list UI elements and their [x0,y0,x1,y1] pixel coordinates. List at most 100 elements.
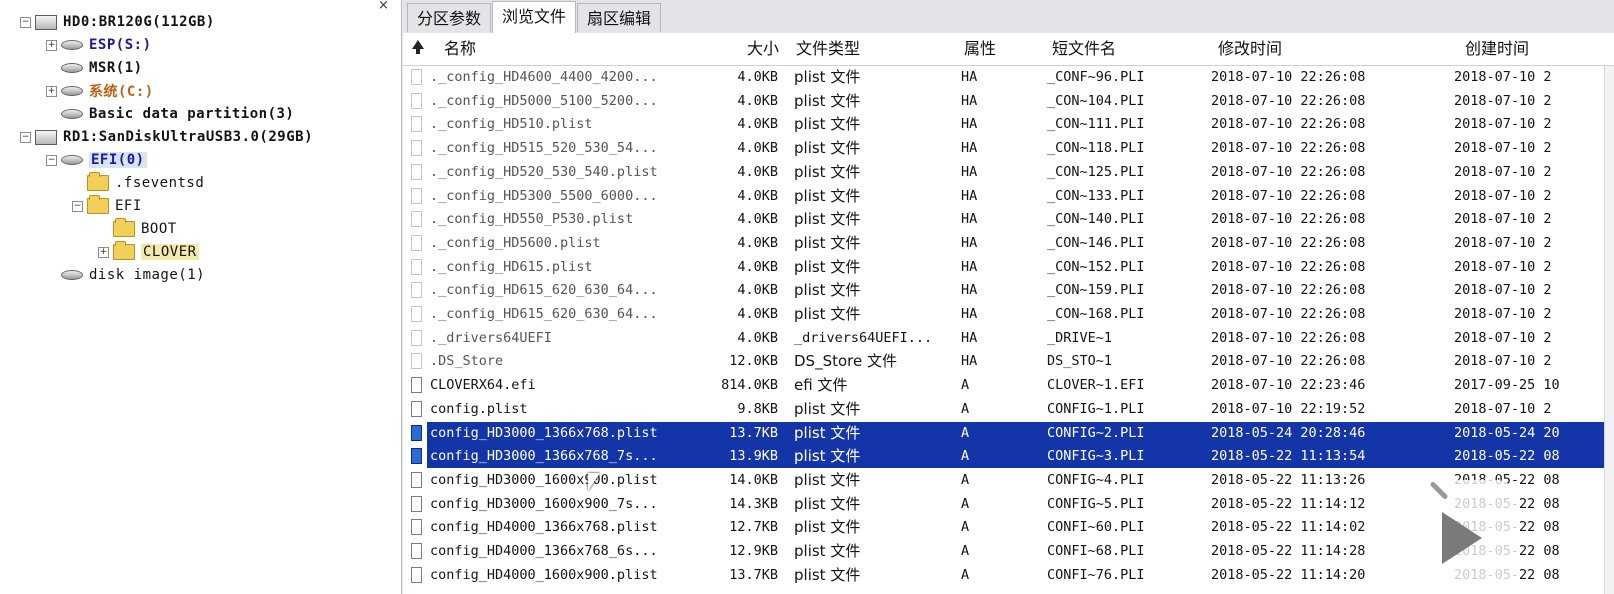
file-size: 12.9KB [729,543,778,559]
file-short-name: CONFIG~5.PLI [1047,496,1145,512]
file-row[interactable]: ._config_HD5300_5500_6000... 4.0KB plist 文… [403,185,1614,208]
file-row[interactable]: ._config_HD5000_5100_5200... 4.0KB plist 文… [403,90,1614,113]
file-modified: 2018-07-10 22:26:08 [1211,69,1366,85]
tab-sector-edit[interactable]: 扇区编辑 [577,3,662,32]
file-icon [411,353,422,369]
tree-node[interactable]: Basic data partition(3) [46,103,294,125]
file-row[interactable]: CLOVERX64.efi 814.0KB efi 文件 A CLOVER~1.EFI 2… [403,374,1614,397]
file-modified: 2018-07-10 22:26:08 [1211,164,1366,180]
collapse-icon[interactable]: − [46,154,57,166]
file-row[interactable]: ._config_HD615_620_630_64... 4.0KB plist 文… [403,279,1614,302]
col-created[interactable]: 创建时间 [1465,33,1529,65]
tab-partition-params[interactable]: 分区参数 [407,3,492,32]
file-short-name: _CON~152.PLI [1047,259,1145,275]
tree-node-label: RD1:SanDiskUltraUSB3.0(29GB) [63,129,314,145]
file-icon [411,306,422,322]
expand-icon[interactable]: + [98,246,109,258]
file-row[interactable]: config_HD3000_1366x768_7s... 13.9KB plist … [403,445,1614,468]
file-size: 4.0KB [737,116,778,132]
tree-node[interactable]: BOOT [98,218,177,240]
file-row[interactable]: config_HD3000_1366x768.plist 13.7KB plist … [403,422,1614,445]
file-row[interactable]: ._config_HD615_620_630_64... 4.0KB plist 文… [403,303,1614,326]
tree-node-label: 系统(C:) [89,84,154,100]
close-icon[interactable]: × [378,0,389,13]
expand-icon[interactable]: + [46,39,57,51]
vertical-scrollbar[interactable] [1604,66,1614,594]
mouse-cursor-icon [588,473,600,491]
file-size: 4.0KB [737,69,778,85]
file-short-name: _CON~140.PLI [1047,211,1145,227]
col-short-name[interactable]: 短文件名 [1052,33,1116,65]
col-type[interactable]: 文件类型 [796,33,860,65]
col-modified[interactable]: 修改时间 [1218,33,1282,65]
file-icon [411,188,422,204]
file-row[interactable]: ._drivers64UEFI 4.0KB _drivers64UEFI... HA _… [403,327,1614,350]
file-attr: HA [961,116,978,132]
file-row[interactable]: ._config_HD550_P530.plist 4.0KB plist 文件 HA… [403,208,1614,231]
play-icon[interactable] [1398,480,1518,594]
file-size: 4.0KB [737,164,778,180]
tree-node[interactable]: − EFI [72,195,142,217]
file-row[interactable]: ._config_HD520_530_540.plist 4.0KB plist 文… [403,161,1614,184]
file-type: plist 文件 [794,281,861,299]
file-short-name: _CON~118.PLI [1047,140,1145,156]
file-size: 4.0KB [737,140,778,156]
tree-node[interactable]: − RD1:SanDiskUltraUSB3.0(29GB) [20,126,313,148]
col-attr[interactable]: 属性 [964,33,996,65]
tab-strip: 分区参数 浏览文件 扇区编辑 [403,0,1614,34]
file-short-name: CONFIG~3.PLI [1047,448,1145,464]
file-attr: A [961,543,970,559]
file-name: ._config_HD5000_5100_5200... [430,93,658,109]
file-row[interactable]: ._config_HD510.plist 4.0KB plist 文件 HA _CON~… [403,113,1614,136]
tree-node-label: Basic data partition(3) [89,106,295,122]
tree-node-label: ESP(S:) [89,37,152,53]
file-row[interactable]: .DS_Store 12.0KB DS_Store 文件 HA DS_STO~1 2018… [403,350,1614,373]
file-icon [411,519,422,535]
tree-node-label: CLOVER [141,244,199,260]
tree-node[interactable]: − HD0:BR120G(112GB) [20,11,215,33]
tree-node[interactable]: − EFI(0) [46,149,147,171]
disk-icon [35,129,57,145]
col-name[interactable]: 名称 [444,33,476,65]
file-row[interactable]: config.plist 9.8KB plist 文件 A CONFIG~1.PLI 20… [403,398,1614,421]
file-icon [411,543,422,559]
file-short-name: _CON~159.PLI [1047,282,1145,298]
file-modified: 2018-07-10 22:26:08 [1211,116,1366,132]
file-icon [411,425,422,441]
file-short-name: _CON~111.PLI [1047,116,1145,132]
file-row[interactable]: ._config_HD515_520_530_54... 4.0KB plist 文… [403,137,1614,160]
collapse-icon[interactable]: − [20,131,31,143]
tree-node[interactable]: + CLOVER [98,241,199,263]
up-arrow-icon[interactable] [412,40,424,54]
file-size: 14.3KB [729,496,778,512]
file-row[interactable]: ._config_HD4600_4400_4200... 4.0KB plist 文… [403,66,1614,89]
file-modified: 2018-07-10 22:26:08 [1211,306,1366,322]
tree-node[interactable]: + 系统(C:) [46,80,154,102]
file-row[interactable]: ._config_HD5600.plist 4.0KB plist 文件 HA _CON… [403,232,1614,255]
expand-icon[interactable]: + [46,85,57,97]
file-type: plist 文件 [794,139,861,157]
col-size[interactable]: 大小 [747,33,779,65]
file-short-name: _CON~146.PLI [1047,235,1145,251]
file-size: 14.0KB [729,472,778,488]
file-icon [411,567,422,583]
tree-node[interactable]: .fseventsd [72,172,204,194]
file-type: efi 文件 [794,376,848,394]
file-icon [411,377,422,393]
file-icon [411,164,422,180]
file-modified: 2018-05-22 11:14:12 [1211,496,1366,512]
collapse-icon[interactable]: − [20,16,31,28]
tree-node[interactable]: MSR(1) [46,57,143,79]
tree-node[interactable]: + ESP(S:) [46,34,152,56]
file-row[interactable]: ._config_HD615.plist 4.0KB plist 文件 HA _CON~… [403,256,1614,279]
file-type: plist 文件 [794,471,861,489]
tree-node[interactable]: disk image(1) [46,264,205,286]
collapse-icon[interactable]: − [72,200,83,212]
file-modified: 2018-07-10 22:26:08 [1211,211,1366,227]
file-size: 4.0KB [737,188,778,204]
file-attr: HA [961,140,978,156]
file-short-name: CONFIG~4.PLI [1047,472,1145,488]
file-type: plist 文件 [794,163,861,181]
tab-browse-files[interactable]: 浏览文件 [492,1,577,34]
file-short-name: CONFIG~2.PLI [1047,425,1145,441]
